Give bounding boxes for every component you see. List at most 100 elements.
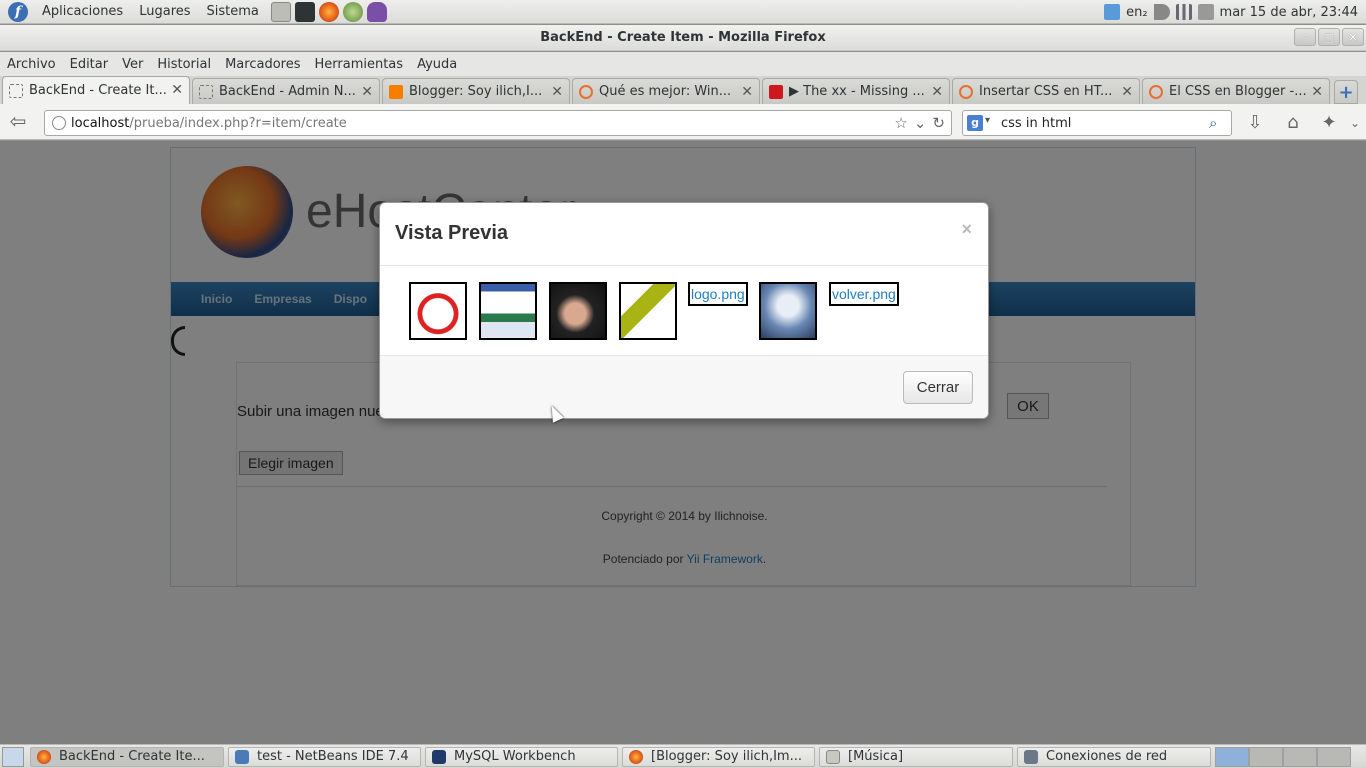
new-tab-icon[interactable]: +	[1334, 80, 1358, 104]
addon-icon[interactable]: ✦	[1318, 112, 1340, 134]
volume-icon[interactable]	[1153, 4, 1170, 20]
menu-historial[interactable]: Historial	[152, 57, 216, 72]
task-firefox-blogger[interactable]: [Blogger: Soy ilich,Im...	[622, 746, 815, 767]
google-search-engine-icon[interactable]: g	[967, 115, 983, 131]
tab-insertar-css[interactable]: Insertar CSS en HT... ✕	[952, 78, 1140, 104]
portrait-photo-image[interactable]	[549, 282, 607, 340]
tab-backend-create[interactable]: BackEnd - Create It... ✕	[2, 76, 190, 104]
network-icon	[1024, 749, 1038, 764]
window-titlebar: BackEnd - Create Item - Mozilla Firefox …	[0, 25, 1366, 51]
tab-label: BackEnd - Admin N...	[219, 84, 356, 99]
menu-archivo[interactable]: Archivo	[2, 57, 61, 72]
menu-marcadores[interactable]: Marcadores	[220, 57, 305, 72]
network-status-icon[interactable]	[1104, 4, 1121, 20]
tab-label: Insertar CSS en HT...	[979, 84, 1113, 99]
url-bar[interactable]: localhost/prueba/index.php?r=item/create…	[44, 110, 952, 136]
reload-icon[interactable]: ↻	[932, 114, 945, 132]
task-label: Conexiones de red	[1046, 749, 1168, 764]
desktop-screenshot-image[interactable]	[759, 282, 817, 340]
close-tab-icon[interactable]: ✕	[1311, 84, 1323, 100]
show-desktop-icon[interactable]	[2, 746, 24, 767]
loading-spinner-icon	[1149, 84, 1163, 99]
window-title: BackEnd - Create Item - Mozilla Firefox	[540, 30, 826, 45]
modal-body: logo.png volver.png	[380, 267, 988, 355]
tab-label: Blogger: Soy ilich,I...	[409, 84, 543, 99]
close-icon[interactable]: ×	[961, 219, 972, 240]
firefox-launcher-icon[interactable]	[318, 1, 339, 22]
menu-aplicaciones[interactable]: Aplicaciones	[34, 4, 131, 19]
volver-image-link[interactable]: volver.png	[829, 282, 899, 306]
blank-page-icon	[199, 84, 213, 99]
task-network-connections[interactable]: Conexiones de red	[1017, 746, 1211, 767]
modal-header: Vista Previa ×	[380, 203, 988, 266]
signal-strength-icon[interactable]	[1175, 4, 1192, 20]
modal-title: Vista Previa	[395, 222, 509, 244]
task-label: [Blogger: Soy ilich,Im...	[651, 749, 802, 764]
gimp-launcher-icon[interactable]	[342, 1, 363, 22]
netbeans-icon	[235, 749, 249, 764]
task-mysql-workbench[interactable]: MySQL Workbench	[425, 746, 618, 767]
loading-spinner-icon	[959, 84, 973, 99]
menu-herramientas[interactable]: Herramientas	[310, 57, 409, 72]
close-tab-icon[interactable]: ✕	[171, 82, 183, 98]
close-tab-icon[interactable]: ✕	[931, 84, 943, 100]
task-netbeans[interactable]: test - NetBeans IDE 7.4	[228, 746, 421, 767]
task-label: MySQL Workbench	[454, 749, 576, 764]
minimize-icon[interactable]: –	[1294, 28, 1316, 46]
menu-chevron-down-icon[interactable]: ⌄	[1344, 112, 1366, 134]
menu-ver[interactable]: Ver	[117, 57, 148, 72]
clock[interactable]: mar 15 de abr, 23:44	[1220, 5, 1358, 20]
screenshot-image[interactable]	[479, 282, 537, 340]
task-firefox-backend[interactable]: BackEnd - Create Ite...	[30, 746, 224, 767]
alarm-clock-image[interactable]	[409, 282, 467, 340]
keyboard-layout-indicator[interactable]: en₂	[1126, 5, 1147, 20]
firefox-icon	[629, 749, 643, 764]
search-input[interactable]: css in html	[1001, 116, 1071, 131]
fedora-logo-icon[interactable]: f	[8, 1, 28, 22]
site-identity-icon[interactable]	[52, 116, 66, 130]
history-dropdown-icon[interactable]: ⌄	[914, 114, 927, 132]
url-host: localhost	[71, 115, 130, 131]
green-arrow-image[interactable]	[619, 282, 677, 340]
close-tab-icon[interactable]: ✕	[1121, 84, 1133, 100]
pidgin-launcher-icon[interactable]	[366, 1, 387, 22]
tab-strip: BackEnd - Create It... ✕ BackEnd - Admin…	[0, 76, 1366, 104]
menu-ayuda[interactable]: Ayuda	[412, 57, 462, 72]
modal-footer: Cerrar	[380, 355, 988, 418]
file-manager-launcher-icon[interactable]	[270, 1, 291, 22]
preview-modal: Vista Previa × logo.png volver.png Cerra…	[379, 202, 989, 419]
tab-blogger[interactable]: Blogger: Soy ilich,I... ✕	[382, 78, 570, 104]
menu-editar[interactable]: Editar	[65, 57, 114, 72]
tab-backend-admin[interactable]: BackEnd - Admin N... ✕	[192, 78, 380, 104]
menu-sistema[interactable]: Sistema	[199, 4, 267, 19]
bookmark-star-icon[interactable]: ☆	[894, 114, 907, 132]
close-tab-icon[interactable]: ✕	[741, 84, 753, 100]
tab-css-blogger[interactable]: El CSS en Blogger -... ✕	[1142, 78, 1330, 104]
workspace-1[interactable]	[1215, 746, 1249, 767]
workspace-4[interactable]	[1317, 746, 1351, 767]
bottom-taskbar: BackEnd - Create Ite... test - NetBeans …	[0, 744, 1366, 768]
workspace-3[interactable]	[1283, 746, 1317, 767]
task-musica-folder[interactable]: [Música]	[819, 746, 1013, 767]
logo-image-link[interactable]: logo.png	[688, 282, 748, 306]
cerrar-button[interactable]: Cerrar	[903, 371, 973, 404]
tab-youtube[interactable]: ▶ The xx - Missing ... ✕	[762, 78, 950, 104]
close-window-icon[interactable]: ✕	[1342, 28, 1364, 46]
back-arrow-icon[interactable]: ⇦	[6, 111, 30, 133]
tab-label: ▶ The xx - Missing ...	[789, 84, 925, 99]
workspace-2[interactable]	[1249, 746, 1283, 767]
close-tab-icon[interactable]: ✕	[361, 84, 373, 100]
close-tab-icon[interactable]: ✕	[551, 84, 563, 100]
home-icon[interactable]: ⌂	[1282, 112, 1304, 134]
maximize-icon[interactable]: □	[1318, 28, 1340, 46]
terminal-launcher-icon[interactable]	[294, 1, 315, 22]
battery-icon[interactable]	[1197, 4, 1214, 20]
blank-page-icon	[9, 83, 23, 98]
search-bar[interactable]: g ▾ css in html ⌕	[962, 110, 1232, 136]
task-label: BackEnd - Create Ite...	[59, 749, 205, 764]
menu-lugares[interactable]: Lugares	[131, 4, 198, 19]
tab-que-es-mejor[interactable]: Qué es mejor: Win... ✕	[572, 78, 760, 104]
chevron-down-icon[interactable]: ▾	[985, 115, 990, 126]
search-icon[interactable]: ⌕	[1209, 114, 1227, 132]
download-arrow-icon[interactable]: ⇩	[1244, 112, 1266, 134]
